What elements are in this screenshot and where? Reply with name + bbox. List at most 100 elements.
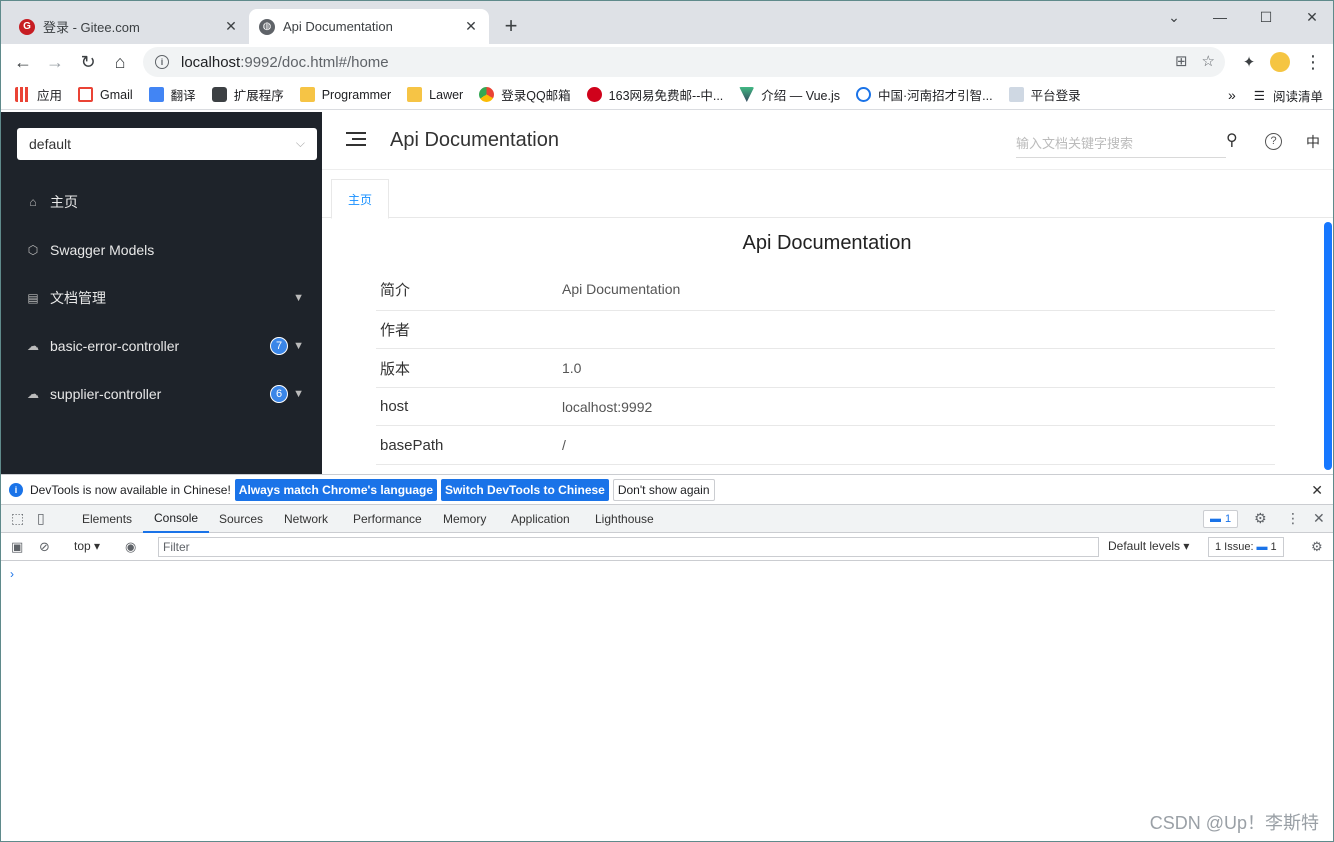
main-panel: Api Documentation 输入文档关键字搜索 ⚲ ? 中 主页 Api… bbox=[322, 112, 1333, 474]
language-toggle[interactable]: 中 bbox=[1306, 132, 1320, 152]
tab-lighthouse[interactable]: Lighthouse bbox=[595, 505, 654, 533]
browser-tab-gitee[interactable]: G 登录 - Gitee.com ✕ bbox=[9, 9, 249, 44]
menu-kebab-icon[interactable]: ⋮ bbox=[1299, 48, 1327, 76]
sidebar-item-doc-management[interactable]: ▤ 文档管理 ▼ bbox=[1, 274, 322, 322]
home-icon[interactable]: ⌂ bbox=[106, 48, 134, 76]
bookmarks-overflow[interactable]: » ☰ 阅读清单 bbox=[1228, 80, 1323, 110]
table-row: 简介 Api Documentation bbox=[376, 268, 1275, 311]
extensions-icon bbox=[211, 87, 227, 102]
folder-icon bbox=[407, 87, 423, 102]
search-icon[interactable]: ⚲ bbox=[1226, 130, 1238, 150]
context-select[interactable]: top ▾ bbox=[74, 539, 100, 553]
tab-network[interactable]: Network bbox=[284, 505, 328, 533]
chevron-down-icon: ▼ bbox=[293, 292, 304, 304]
filter-input[interactable]: Filter bbox=[158, 537, 1099, 557]
device-toggle-icon[interactable]: ▯ bbox=[37, 510, 45, 527]
count-badge: 7 bbox=[270, 337, 288, 355]
sidebar-item-supplier-controller[interactable]: ☁ supplier-controller 6 ▼ bbox=[1, 370, 322, 418]
window-close-button[interactable]: ✕ bbox=[1289, 1, 1333, 33]
sidebar-item-basic-error-controller[interactable]: ☁ basic-error-controller 7 ▼ bbox=[1, 322, 322, 370]
apps-grid-icon bbox=[15, 87, 30, 102]
page-icon bbox=[1008, 87, 1024, 102]
infobar-text: DevTools is now available in Chinese! bbox=[30, 482, 231, 497]
bookmark-lawer[interactable]: Lawer bbox=[407, 87, 463, 102]
close-icon[interactable]: ✕ bbox=[1311, 482, 1323, 499]
tab-memory[interactable]: Memory bbox=[443, 505, 486, 533]
bookmark-henan[interactable]: 中国·河南招才引智... bbox=[856, 85, 993, 104]
close-devtools-icon[interactable]: ✕ bbox=[1313, 510, 1325, 527]
console-prompt[interactable]: › bbox=[10, 567, 14, 581]
bookmark-163[interactable]: 163网易免费邮--中... bbox=[586, 85, 723, 104]
reading-list-label[interactable]: 阅读清单 bbox=[1273, 86, 1323, 105]
extensions-icon[interactable]: ✦ bbox=[1235, 48, 1263, 76]
devtools-infobar: i DevTools is now available in Chinese! … bbox=[1, 475, 1333, 505]
bookmark-qqmail[interactable]: 登录QQ邮箱 bbox=[479, 85, 571, 104]
browser-tab-api-doc[interactable]: ◍ Api Documentation ✕ bbox=[249, 9, 489, 44]
clear-console-icon[interactable]: ⊘ bbox=[39, 539, 50, 555]
reload-icon[interactable]: ↻ bbox=[74, 48, 102, 76]
inspect-element-icon[interactable]: ⬚ bbox=[11, 510, 24, 527]
translate-icon bbox=[148, 87, 164, 102]
site-info-icon[interactable]: i bbox=[155, 55, 169, 69]
issues-button[interactable]: 1 Issue: ▬ 1 bbox=[1208, 537, 1284, 557]
163-icon bbox=[586, 87, 602, 102]
chrome-icon bbox=[479, 87, 495, 102]
eye-icon[interactable]: ◉ bbox=[125, 539, 136, 555]
dont-show-again-button[interactable]: Don't show again bbox=[612, 478, 715, 501]
more-kebab-icon[interactable]: ⋮ bbox=[1286, 510, 1300, 527]
group-select[interactable]: default ⌵ bbox=[17, 128, 317, 160]
sidebar-menu: ⌂ 主页 ⬡ Swagger Models ▤ 文档管理 ▼ ☁ basic-e… bbox=[1, 178, 322, 418]
search-input[interactable]: 输入文档关键字搜索 bbox=[1016, 128, 1226, 158]
star-icon[interactable]: ☆ bbox=[1202, 52, 1215, 70]
tab-elements[interactable]: Elements bbox=[82, 505, 132, 533]
home-icon: ⌂ bbox=[29, 195, 37, 209]
help-icon[interactable]: ? bbox=[1265, 133, 1282, 150]
chevron-down-icon: ▼ bbox=[293, 388, 304, 400]
table-row: 版本 1.0 bbox=[376, 349, 1275, 388]
new-tab-button[interactable]: + bbox=[499, 15, 523, 39]
content-scrollbar[interactable] bbox=[1324, 222, 1332, 470]
tab-console[interactable]: Console bbox=[143, 505, 210, 533]
close-icon[interactable]: ✕ bbox=[463, 18, 479, 35]
bookmark-translate[interactable]: 翻译 bbox=[148, 85, 196, 104]
message-icon: ▬ bbox=[1210, 513, 1221, 525]
devtools-tabbar: ⬚ ▯ Elements Console Sources Network Per… bbox=[1, 505, 1333, 533]
chevron-double-right-icon[interactable]: » bbox=[1228, 87, 1236, 103]
menu-fold-icon[interactable] bbox=[346, 132, 366, 150]
table-row: host localhost:9992 bbox=[376, 388, 1275, 426]
bookmark-platform[interactable]: 平台登录 bbox=[1008, 85, 1081, 104]
tab-performance[interactable]: Performance bbox=[353, 505, 422, 533]
forward-arrow-icon[interactable]: → bbox=[41, 48, 69, 76]
back-arrow-icon[interactable]: ← bbox=[9, 48, 37, 76]
bookmark-vue[interactable]: 介绍 — Vue.js bbox=[739, 85, 840, 104]
doc-icon: ▤ bbox=[27, 291, 39, 305]
tab-sources[interactable]: Sources bbox=[219, 505, 263, 533]
row-key: 简介 bbox=[380, 281, 411, 299]
profile-avatar[interactable] bbox=[1266, 48, 1294, 76]
bookmark-gmail[interactable]: Gmail bbox=[78, 87, 133, 102]
url-text[interactable]: localhost:9992/doc.html#/home bbox=[181, 54, 389, 71]
bookmark-extensions[interactable]: 扩展程序 bbox=[211, 85, 284, 104]
tab-application[interactable]: Application bbox=[511, 505, 570, 533]
close-icon[interactable]: ✕ bbox=[223, 18, 239, 35]
bookmark-programmer[interactable]: Programmer bbox=[299, 87, 391, 102]
tab-home[interactable]: 主页 bbox=[331, 179, 389, 219]
browser-window: G 登录 - Gitee.com ✕ ◍ Api Documentation ✕… bbox=[0, 0, 1334, 842]
tab-search-icon[interactable]: ⌄ bbox=[1151, 1, 1197, 33]
log-levels-select[interactable]: Default levels ▾ bbox=[1108, 539, 1189, 553]
switch-to-chinese-button[interactable]: Switch DevTools to Chinese bbox=[441, 478, 609, 501]
settings-gear-icon[interactable]: ⚙ bbox=[1254, 510, 1267, 527]
sidebar-item-swagger-models[interactable]: ⬡ Swagger Models bbox=[1, 226, 322, 274]
address-bar[interactable]: i localhost:9992/doc.html#/home ⊞ ☆ bbox=[143, 47, 1225, 77]
bookmark-apps[interactable]: 应用 bbox=[15, 85, 62, 104]
translate-icon[interactable]: ⊞ bbox=[1175, 52, 1188, 70]
minimize-button[interactable]: — bbox=[1197, 1, 1243, 33]
maximize-button[interactable]: ☐ bbox=[1243, 1, 1289, 33]
console-settings-icon[interactable]: ⚙ bbox=[1311, 539, 1323, 555]
always-match-language-button[interactable]: Always match Chrome's language bbox=[234, 478, 438, 501]
messages-badge[interactable]: ▬ 1 bbox=[1203, 510, 1239, 528]
tab-strip: G 登录 - Gitee.com ✕ ◍ Api Documentation ✕… bbox=[1, 1, 1333, 44]
sidebar-item-home[interactable]: ⌂ 主页 bbox=[1, 178, 322, 226]
browser-toolbar: ← → ↻ ⌂ i localhost:9992/doc.html#/home … bbox=[1, 44, 1333, 80]
sidebar-toggle-icon[interactable]: ▣ bbox=[11, 539, 23, 555]
